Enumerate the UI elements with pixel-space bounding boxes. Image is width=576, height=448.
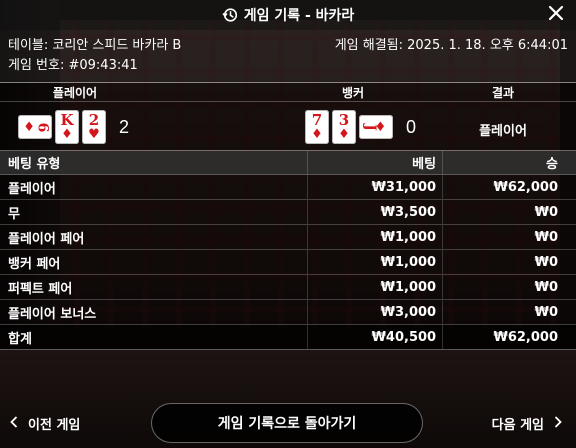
bet-type: 뱅커 페어: [0, 249, 308, 275]
win-amount: ₩0: [442, 199, 576, 225]
close-button[interactable]: [546, 5, 566, 25]
table-row: 플레이어 보너스 ₩3,000 ₩0: [0, 299, 576, 325]
total-row: 합계 ₩40,500 ₩62,000: [0, 324, 576, 350]
card-rank: 2: [88, 111, 100, 129]
win-amount: ₩62,000: [442, 174, 576, 200]
win-amount: ₩0: [442, 224, 576, 250]
bet-amount: ₩31,000: [306, 174, 443, 200]
card-suit: ♦: [61, 127, 73, 142]
game-info: 테이블: 코리안 스피드 바카라 B 게임 해결됨: 2025. 1. 18. …: [0, 30, 576, 82]
info-row-2: 게임 번호: #09:43:41: [8, 54, 568, 73]
card-rank: 6: [34, 122, 51, 132]
banker-header: 뱅커: [341, 86, 365, 100]
bet-type: 플레이어 보너스: [0, 299, 308, 325]
divider: [0, 101, 576, 102]
playing-card: J ♦: [359, 115, 393, 139]
dialog-header: 게임 기록 - 바카라: [0, 0, 576, 30]
game-number: 게임 번호: #09:43:41: [8, 58, 138, 73]
player-score: 2: [119, 116, 130, 137]
hand-results: 플레이어 뱅커 결과 ♦ 6 K ♦ 2 ♥ 2 7 ♦ 3 ♦ J ♦ 0 플…: [0, 82, 576, 150]
win-amount: ₩0: [442, 299, 576, 325]
card-rank: 3: [338, 111, 350, 129]
card-suit: ♥: [88, 127, 100, 142]
player-hand: ♦ 6 K ♦ 2 ♥ 2: [18, 110, 129, 144]
bet-amount: ₩1,000: [306, 274, 443, 300]
table-row: 플레이어 페어 ₩1,000 ₩0: [0, 224, 576, 250]
result-winner: 플레이어: [479, 124, 527, 139]
info-row-1: 테이블: 코리안 스피드 바카라 B 게임 해결됨: 2025. 1. 18. …: [8, 34, 568, 53]
divider: [0, 82, 576, 83]
bets-table: 베팅 유형 베팅 승 플레이어 ₩31,000 ₩62,000 무 ₩3,500…: [0, 150, 576, 350]
card-suit: ♦: [23, 119, 35, 135]
table-row: 무 ₩3,500 ₩0: [0, 199, 576, 225]
total-label: 합계: [0, 324, 308, 350]
card-rank: J: [361, 123, 378, 131]
close-icon[interactable]: [548, 5, 564, 25]
playing-card: 3 ♦: [332, 110, 356, 144]
win-amount: ₩0: [442, 274, 576, 300]
card-suit: ♦: [311, 127, 323, 142]
settled-time: 게임 해결됨: 2025. 1. 18. 오후 6:44:01: [334, 38, 568, 53]
banker-score: 0: [406, 116, 417, 137]
bet-amount-header: 베팅: [306, 150, 443, 175]
table-row: 뱅커 페어 ₩1,000 ₩0: [0, 249, 576, 275]
bet-amount: ₩3,000: [306, 299, 443, 325]
next-game-label[interactable]: 다음 게임: [492, 414, 544, 433]
player-header: 플레이어: [52, 86, 98, 100]
table-row: 플레이어 ₩31,000 ₩62,000: [0, 174, 576, 200]
bet-amount: ₩1,000: [306, 249, 443, 275]
win-amount: ₩0: [442, 249, 576, 275]
playing-card: ♦ 6: [18, 115, 52, 139]
table-row: 퍼펙트 페어 ₩1,000 ₩0: [0, 274, 576, 300]
playing-card: 7 ♦: [305, 110, 329, 144]
chevron-left-icon[interactable]: [10, 415, 18, 432]
table-label: 테이블: 코리안 스피드 바카라 B: [8, 38, 182, 53]
bet-amount: ₩1,000: [306, 224, 443, 250]
bet-type: 무: [0, 199, 308, 225]
bet-type: 플레이어: [0, 174, 308, 200]
back-to-history-label[interactable]: 게임 기록으로 돌아가기: [218, 413, 357, 433]
result-header: 결과: [491, 86, 515, 100]
chevron-right-icon[interactable]: [554, 415, 562, 432]
playing-card: 2 ♥: [82, 110, 106, 144]
card-suit: ♦: [338, 127, 350, 142]
bet-type: 플레이어 페어: [0, 224, 308, 250]
title-wrap: 게임 기록 - 바카라: [222, 5, 355, 25]
dialog-footer: 이전 게임 게임 기록으로 돌아가기 다음 게임: [0, 402, 576, 443]
bet-type: 퍼펙트 페어: [0, 274, 308, 300]
next-game-button[interactable]: 다음 게임: [492, 414, 562, 433]
bet-amount: ₩3,500: [306, 199, 443, 225]
total-win: ₩62,000: [442, 324, 576, 350]
table-header-row: 베팅 유형 베팅 승: [0, 150, 576, 175]
playing-card: K ♦: [55, 110, 79, 144]
previous-game-label[interactable]: 이전 게임: [28, 414, 80, 433]
banker-hand: 7 ♦ 3 ♦ J ♦ 0: [305, 110, 416, 144]
previous-game-button[interactable]: 이전 게임: [10, 414, 80, 433]
history-icon: [222, 7, 238, 23]
card-rank: 7: [311, 111, 323, 129]
total-bet: ₩40,500: [306, 324, 443, 350]
bet-type-header: 베팅 유형: [0, 150, 308, 175]
card-rank: K: [60, 111, 74, 129]
dialog-title: 게임 기록 - 바카라: [243, 8, 355, 24]
win-amount-header: 승: [442, 150, 576, 175]
back-to-history-button[interactable]: 게임 기록으로 돌아가기: [151, 403, 423, 443]
